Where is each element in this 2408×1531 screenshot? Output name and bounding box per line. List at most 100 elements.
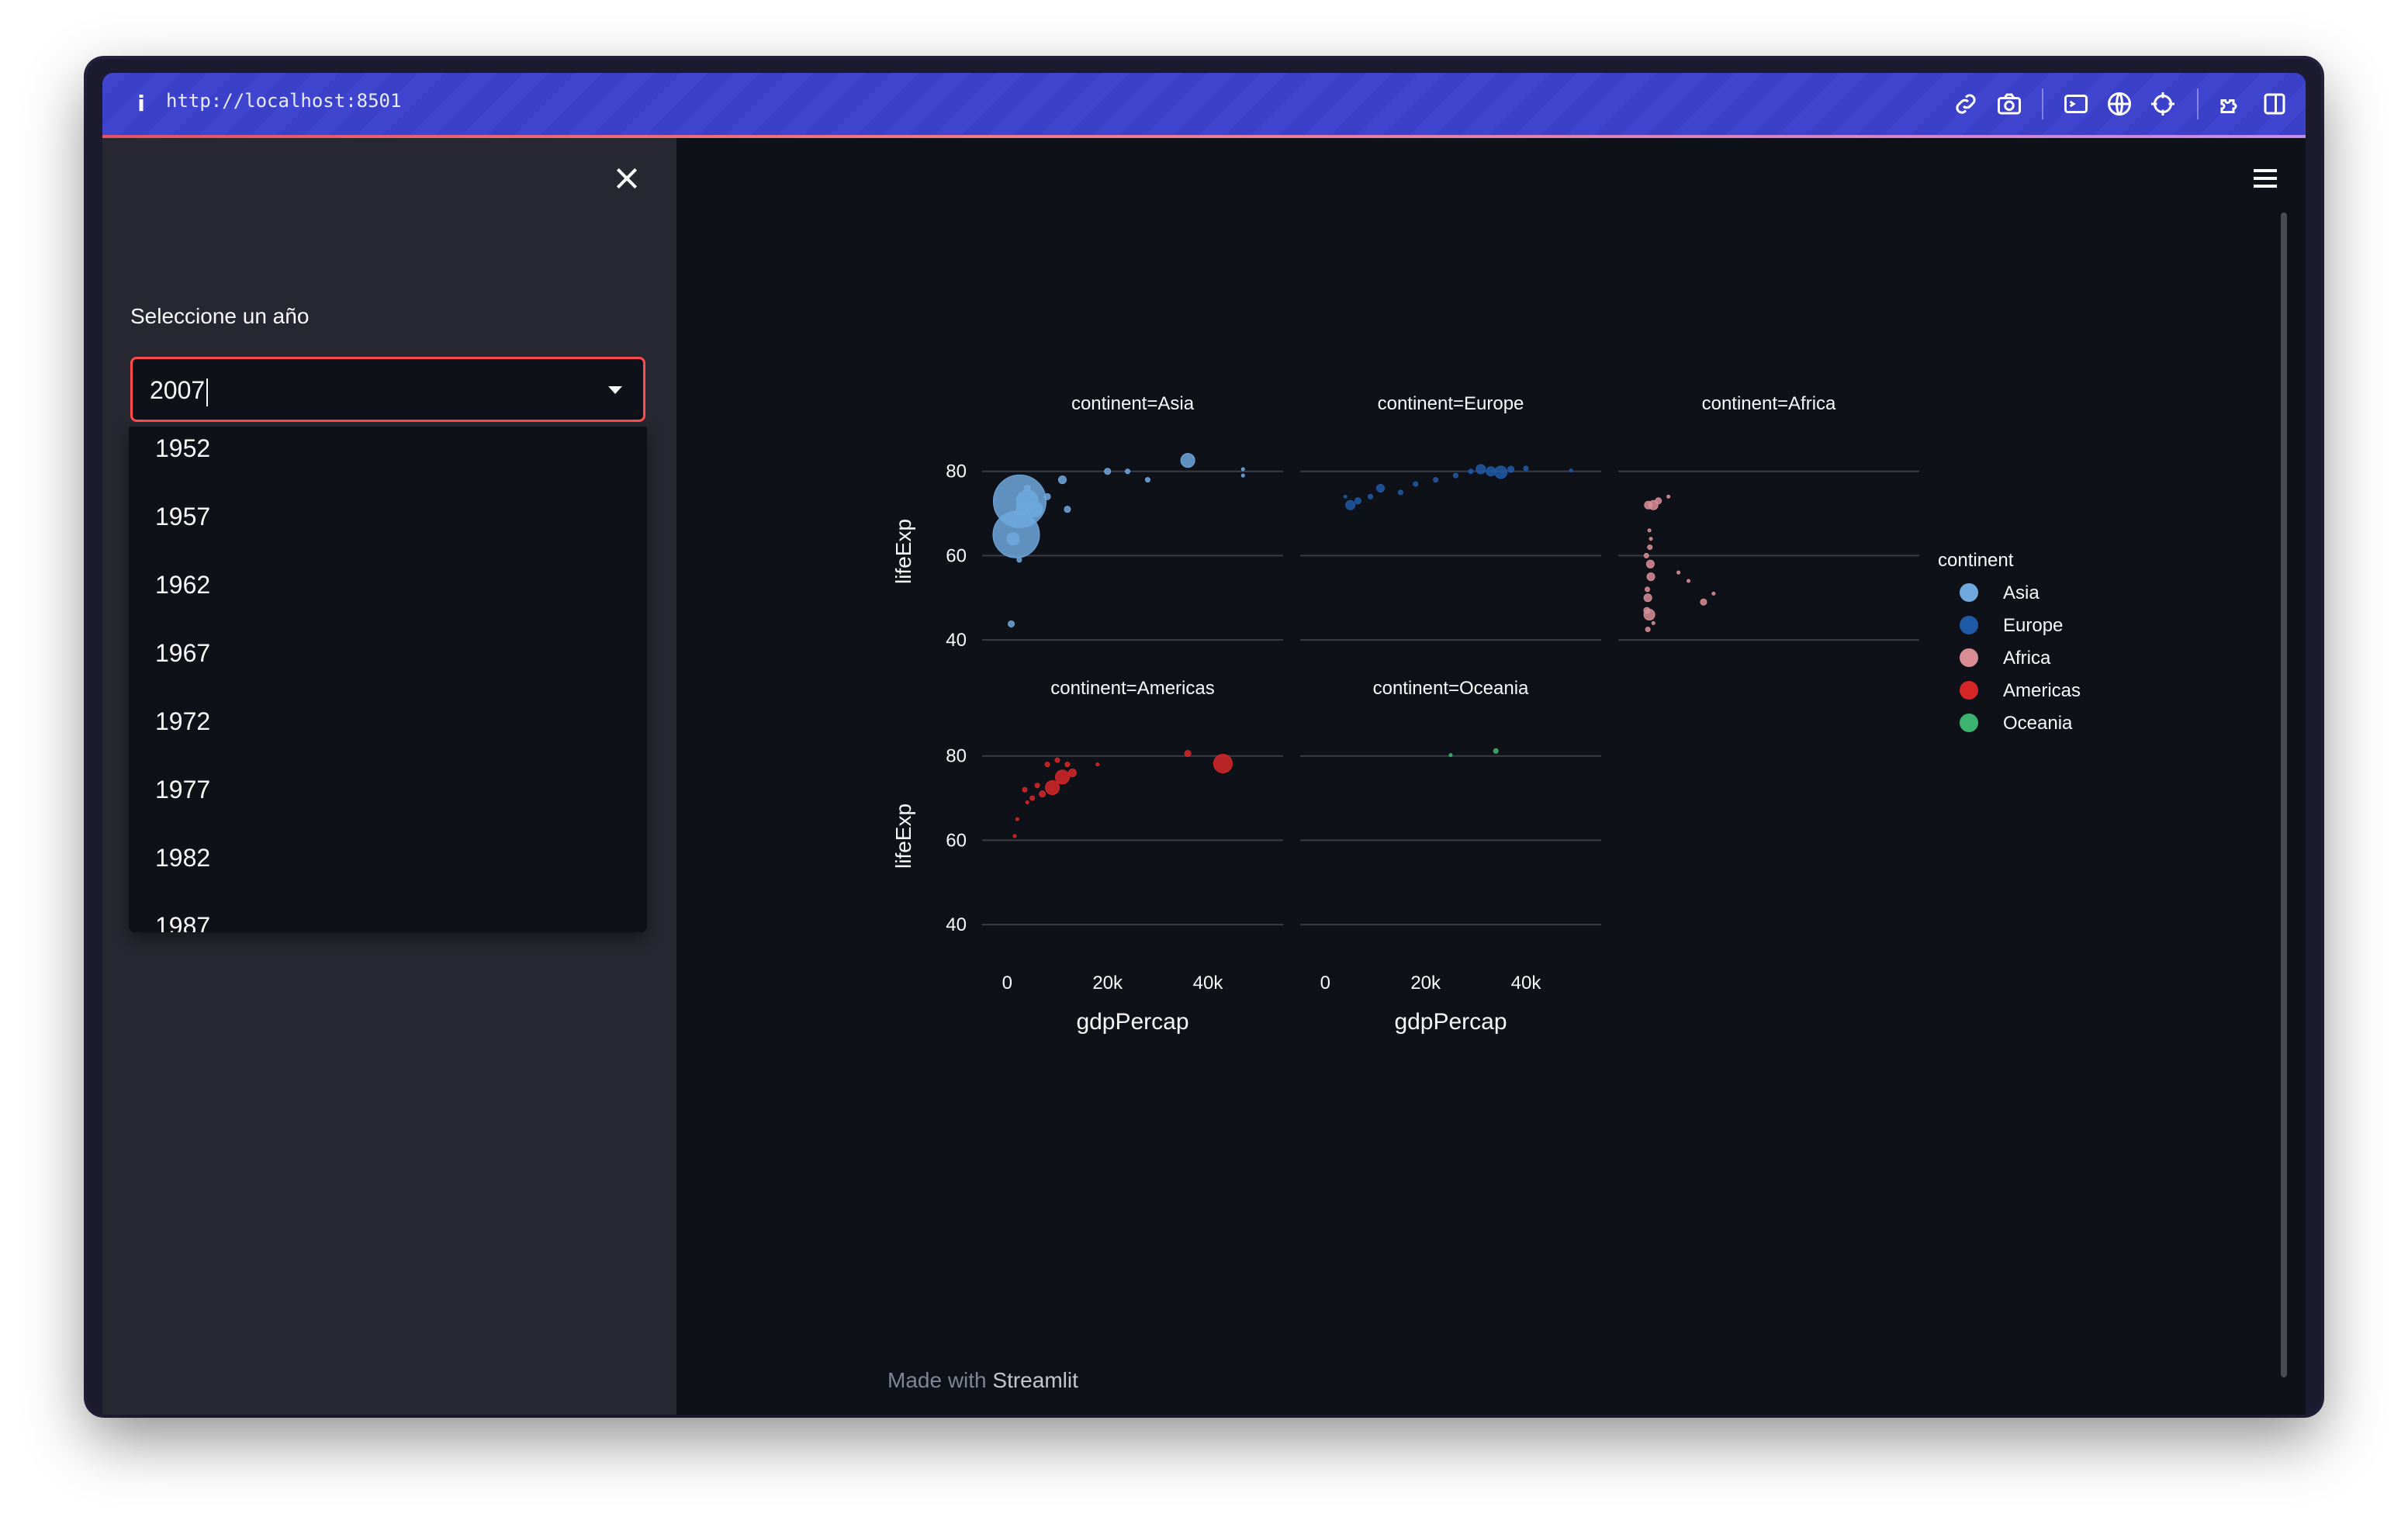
x-axis-label: gdpPercap — [1394, 1009, 1507, 1035]
camera-icon[interactable] — [1995, 90, 2023, 118]
x-tick-label: 20k — [1092, 973, 1123, 994]
chevron-down-icon[interactable] — [606, 382, 624, 398]
streamlit-link[interactable]: Streamlit — [992, 1368, 1078, 1392]
data-point — [1343, 494, 1348, 499]
toolbar-separator — [2197, 88, 2199, 119]
address-bar[interactable]: http://localhost:8501 — [166, 90, 401, 118]
footer-text: Made with — [887, 1368, 987, 1392]
legend-entry: Americas — [2003, 680, 2081, 701]
x-tick-label: 40k — [1511, 973, 1542, 994]
y-tick-label: 40 — [946, 914, 967, 935]
data-point — [1044, 762, 1050, 768]
data-point — [1064, 762, 1071, 768]
data-point — [1646, 572, 1656, 582]
data-point — [1645, 559, 1655, 569]
data-point — [1064, 506, 1071, 513]
data-point — [1700, 598, 1707, 606]
data-point — [1180, 453, 1195, 468]
data-point — [1368, 493, 1374, 499]
hamburger-menu-button[interactable] — [2250, 164, 2281, 192]
data-point — [1452, 472, 1458, 479]
select-option[interactable]: 1972 — [155, 707, 210, 754]
select-option[interactable]: 1957 — [155, 503, 210, 549]
text-cursor — [206, 378, 209, 406]
legend-marker — [1960, 648, 1978, 667]
data-point — [1057, 475, 1067, 485]
data-point — [1413, 481, 1419, 487]
data-point — [1433, 477, 1439, 483]
legend-entry: Africa — [2003, 648, 2051, 669]
x-tick-label: 20k — [1410, 973, 1441, 994]
link-icon[interactable] — [1952, 90, 1980, 118]
select-label: Seleccione un año — [130, 304, 310, 328]
data-point — [1647, 528, 1652, 533]
select-option[interactable]: 1982 — [155, 844, 210, 890]
data-point — [1397, 489, 1403, 496]
data-point — [1015, 503, 1029, 517]
select-input[interactable]: 2007 — [150, 373, 209, 407]
menu-icon — [2254, 169, 2277, 188]
select-dropdown-menu[interactable]: 1952 1957 1962 1967 1972 1977 1982 1987 — [129, 427, 647, 932]
select-option[interactable]: 1987 — [155, 912, 210, 932]
data-point — [1569, 468, 1573, 473]
info-icon[interactable]: i — [133, 90, 149, 118]
y-axis-label: lifeExp — [891, 804, 915, 869]
terminal-icon[interactable] — [2062, 90, 2090, 118]
data-point — [1125, 468, 1131, 475]
selected-value: 2007 — [150, 376, 206, 404]
select-option[interactable]: 1952 — [155, 434, 210, 481]
year-select[interactable]: 2007 — [130, 357, 645, 422]
browser-toolbar: i http://localhost:8501 — [102, 73, 2306, 138]
y-axis-label: lifeExp — [891, 519, 915, 584]
x-tick-label: 0 — [1002, 973, 1012, 994]
main-content: continent=Asia continent=Europe continent=… — [676, 138, 2306, 1415]
data-point — [1666, 494, 1671, 499]
select-option[interactable]: 1962 — [155, 571, 210, 617]
legend-title: continent — [1938, 550, 2014, 571]
data-point — [1043, 492, 1051, 500]
data-point — [1104, 468, 1112, 475]
crosshair-icon[interactable] — [2149, 90, 2177, 118]
y-tick-label: 60 — [946, 830, 967, 851]
data-point — [1345, 499, 1356, 510]
legend-entry: Europe — [2003, 615, 2063, 636]
data-point — [1006, 532, 1020, 546]
data-point — [1655, 497, 1662, 505]
toolbar-separator — [2042, 88, 2043, 119]
extension-icon[interactable] — [2217, 90, 2245, 118]
data-point — [1045, 780, 1060, 795]
scrollbar[interactable] — [2281, 213, 2287, 1377]
data-point — [1016, 557, 1022, 563]
data-point — [1643, 552, 1649, 558]
data-point — [1029, 795, 1036, 801]
close-icon — [616, 168, 638, 189]
data-point — [1687, 579, 1691, 583]
globe-icon[interactable] — [2105, 90, 2133, 118]
data-point — [1645, 627, 1651, 633]
data-point — [1015, 817, 1019, 821]
data-point — [1643, 607, 1651, 614]
data-point — [1676, 570, 1681, 575]
data-point — [1494, 465, 1508, 479]
data-point — [1144, 477, 1150, 483]
data-point — [1012, 834, 1017, 838]
legend-entry: Oceania — [2003, 713, 2073, 734]
data-point — [1493, 748, 1499, 754]
x-axis-label: gdpPercap — [1076, 1009, 1188, 1035]
facet-title: continent=Americas — [1050, 678, 1214, 699]
y-tick-label: 80 — [946, 461, 967, 482]
select-option[interactable]: 1977 — [155, 776, 210, 822]
close-sidebar-button[interactable] — [611, 163, 642, 194]
split-view-icon[interactable] — [2261, 90, 2289, 118]
data-point — [1022, 786, 1028, 793]
data-point — [1054, 757, 1060, 763]
data-point — [1184, 749, 1192, 757]
footer: Made with Streamlit — [887, 1368, 1078, 1393]
data-point — [1240, 467, 1245, 472]
data-point — [1711, 591, 1716, 596]
select-option[interactable]: 1967 — [155, 639, 210, 686]
data-point — [1354, 497, 1361, 505]
data-point — [1240, 473, 1245, 478]
data-point — [1008, 620, 1015, 627]
data-point — [1039, 790, 1047, 798]
